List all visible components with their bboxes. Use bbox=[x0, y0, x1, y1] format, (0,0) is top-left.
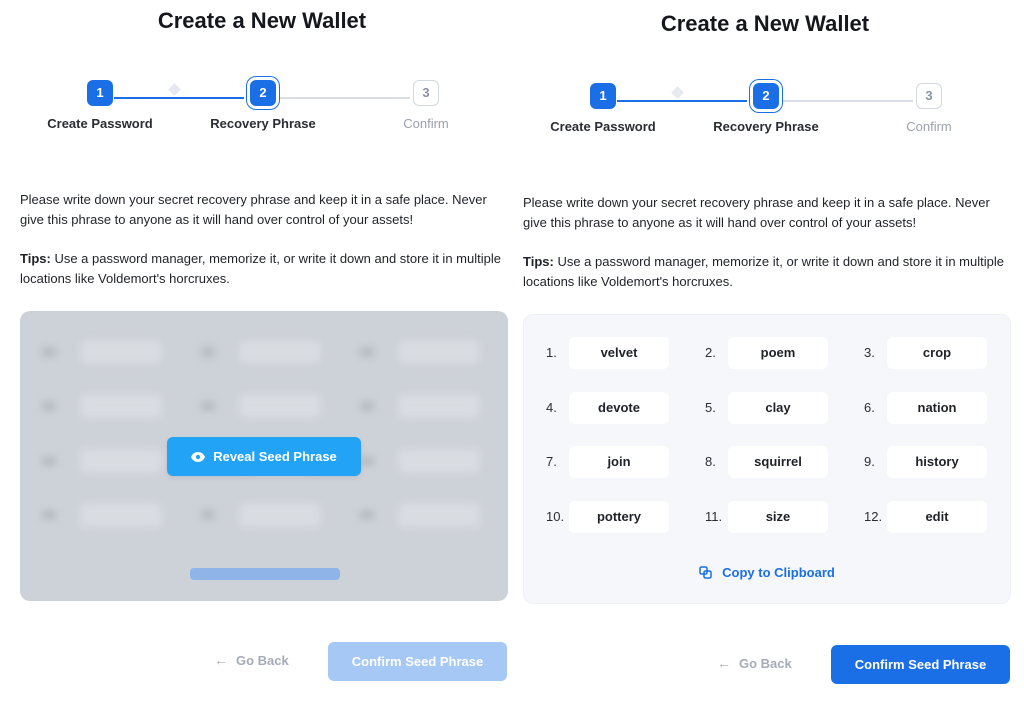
wallet-panel-revealed: Create a New Wallet 1 Create Password 2 … bbox=[517, 0, 1013, 702]
seed-word-chip: devote bbox=[569, 392, 669, 424]
blurred-word-number bbox=[360, 511, 374, 519]
tips-body: Use a password manager, memorize it, or … bbox=[523, 254, 1004, 289]
reveal-seed-phrase-button[interactable]: Reveal Seed Phrase bbox=[167, 437, 361, 476]
go-back-button[interactable]: ← Go Back bbox=[214, 652, 289, 668]
blurred-word-chip bbox=[398, 449, 480, 473]
reveal-label: Reveal Seed Phrase bbox=[213, 449, 337, 464]
step-label: Confirm bbox=[906, 119, 952, 134]
seed-word-chip: poem bbox=[728, 337, 828, 369]
blurred-word-chip bbox=[80, 394, 162, 418]
stepper: 1 Create Password 2 Recovery Phrase 3 Co… bbox=[517, 83, 1013, 143]
blurred-word-number bbox=[42, 511, 56, 519]
stepper: 1 Create Password 2 Recovery Phrase 3 Co… bbox=[14, 80, 510, 140]
step-label: Create Password bbox=[550, 119, 656, 134]
seed-word-row: 1. velvet 2. poem 3. crop bbox=[524, 337, 1010, 369]
go-back-label: Go Back bbox=[739, 655, 792, 671]
seed-word-chip: squirrel bbox=[728, 446, 828, 478]
step-recovery-phrase: 2 Recovery Phrase bbox=[183, 80, 343, 131]
blurred-word-chip bbox=[239, 340, 321, 364]
blurred-word-number bbox=[360, 348, 374, 356]
seed-word-chip: velvet bbox=[569, 337, 669, 369]
blurred-word-number bbox=[360, 402, 374, 410]
blurred-word-chip bbox=[80, 340, 162, 364]
wallet-panel-hidden: Create a New Wallet 1 Create Password 2 … bbox=[14, 0, 510, 702]
blurred-word-number bbox=[360, 457, 374, 465]
step-number: 3 bbox=[916, 83, 942, 109]
confirm-seed-phrase-button[interactable]: Confirm Seed Phrase bbox=[328, 642, 507, 681]
step-number: 3 bbox=[413, 80, 439, 106]
step-label: Confirm bbox=[403, 116, 449, 131]
blurred-word-number bbox=[42, 348, 56, 356]
seed-phrase-box: 1. velvet 2. poem 3. crop 4. devote 5. clay 6… bbox=[523, 314, 1011, 604]
blurred-word-chip bbox=[398, 394, 480, 418]
confirm-seed-phrase-button[interactable]: Confirm Seed Phrase bbox=[831, 645, 1010, 684]
seed-word-chip: history bbox=[887, 446, 987, 478]
blurred-word-chip bbox=[398, 503, 480, 527]
step-confirm: 3 Confirm bbox=[346, 80, 506, 131]
arrow-left-icon: ← bbox=[717, 655, 731, 671]
blurred-word-chip bbox=[80, 449, 162, 473]
tips-text: Tips: Use a password manager, memorize i… bbox=[20, 249, 510, 288]
tips-label: Tips: bbox=[20, 251, 51, 266]
step-number: 2 bbox=[753, 83, 779, 109]
blurred-word-number bbox=[201, 402, 215, 410]
blurred-word-chip bbox=[398, 340, 480, 364]
step-number: 1 bbox=[87, 80, 113, 106]
page-title: Create a New Wallet bbox=[660, 11, 870, 36]
step-label: Recovery Phrase bbox=[210, 116, 316, 131]
step-recovery-phrase: 2 Recovery Phrase bbox=[686, 83, 846, 134]
page-title: Create a New Wallet bbox=[157, 8, 367, 33]
tips-body: Use a password manager, memorize it, or … bbox=[20, 251, 501, 286]
seed-word-chip: edit bbox=[887, 501, 987, 533]
seed-word-row: 10. pottery 11. size 12. edit bbox=[524, 501, 1010, 533]
step-create-password: 1 Create Password bbox=[20, 80, 180, 131]
seed-word-row: 7. join 8. squirrel 9. history bbox=[524, 446, 1010, 478]
go-back-button[interactable]: ← Go Back bbox=[717, 655, 792, 671]
blurred-word-number bbox=[201, 511, 215, 519]
copy-to-clipboard-button[interactable]: Copy to Clipboard bbox=[524, 565, 1010, 580]
footer-actions: ← Go Back Confirm Seed Phrase bbox=[14, 642, 510, 682]
blurred-copy-link bbox=[190, 568, 340, 580]
seed-word-chip: clay bbox=[728, 392, 828, 424]
step-number: 2 bbox=[250, 80, 276, 106]
seed-word-chip: size bbox=[728, 501, 828, 533]
seed-word-chip: nation bbox=[887, 392, 987, 424]
blurred-word-number bbox=[42, 402, 56, 410]
go-back-label: Go Back bbox=[236, 652, 289, 668]
step-create-password: 1 Create Password bbox=[523, 83, 683, 134]
step-label: Recovery Phrase bbox=[713, 119, 819, 134]
tips-text: Tips: Use a password manager, memorize i… bbox=[523, 252, 1013, 291]
seed-word-chip: crop bbox=[887, 337, 987, 369]
blurred-word-chip bbox=[239, 394, 321, 418]
step-number: 1 bbox=[590, 83, 616, 109]
footer-actions: ← Go Back Confirm Seed Phrase bbox=[517, 645, 1013, 685]
blurred-word-number bbox=[42, 457, 56, 465]
instructions-text: Please write down your secret recovery p… bbox=[20, 192, 487, 227]
blurred-word-chip bbox=[80, 503, 162, 527]
eye-icon bbox=[191, 451, 206, 462]
seed-phrase-hidden-box: Reveal Seed Phrase bbox=[20, 311, 508, 601]
tips-label: Tips: bbox=[523, 254, 554, 269]
copy-label: Copy to Clipboard bbox=[722, 565, 835, 580]
arrow-left-icon: ← bbox=[214, 652, 228, 668]
seed-word-row: 4. devote 5. clay 6. nation bbox=[524, 392, 1010, 424]
copy-icon bbox=[699, 566, 712, 579]
seed-word-chip: pottery bbox=[569, 501, 669, 533]
blurred-word-number bbox=[201, 348, 215, 356]
step-label: Create Password bbox=[47, 116, 153, 131]
blurred-word-chip bbox=[239, 503, 321, 527]
seed-word-chip: join bbox=[569, 446, 669, 478]
step-confirm: 3 Confirm bbox=[849, 83, 1009, 134]
instructions-text: Please write down your secret recovery p… bbox=[523, 195, 990, 230]
